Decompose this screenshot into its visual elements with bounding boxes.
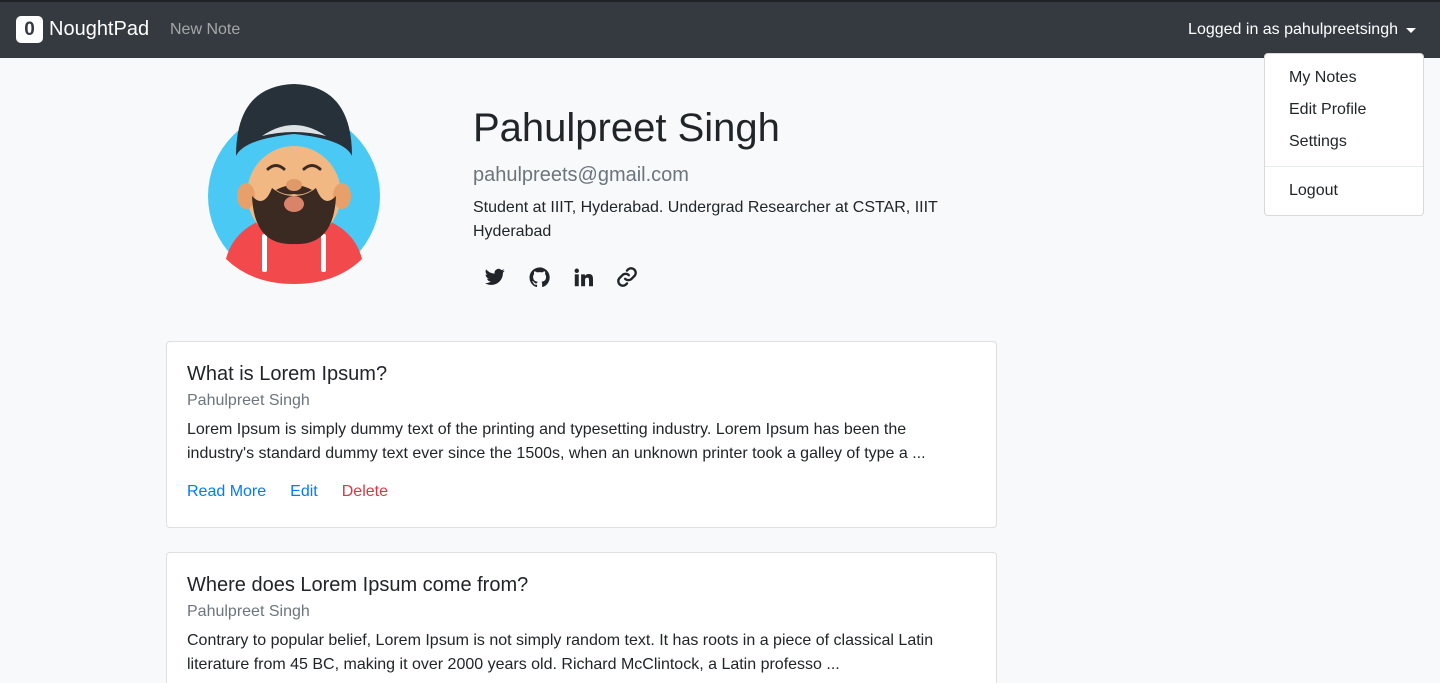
caret-down-icon	[1406, 27, 1416, 33]
brand-logo-icon: 0	[16, 16, 43, 43]
brand-logo-glyph: 0	[24, 19, 35, 40]
profile-email: pahulpreets@gmail.com	[473, 164, 689, 186]
note-title: What is Lorem Ipsum?	[187, 363, 388, 385]
note-title: Where does Lorem Ipsum come from?	[187, 574, 529, 596]
new-note-link[interactable]: New Note	[170, 21, 240, 39]
user-dropdown-menu: My Notes Edit Profile Settings Logout	[1264, 53, 1424, 216]
user-menu-label: Logged in as pahulpreetsingh	[1188, 21, 1398, 38]
note-author: Pahulpreet Singh	[187, 392, 310, 409]
user-menu-toggle[interactable]: Logged in as pahulpreetsingh	[1188, 21, 1416, 39]
linkedin-icon[interactable]	[572, 266, 594, 288]
note-excerpt: Lorem Ipsum is simply dummy text of the …	[187, 421, 926, 462]
menu-item-settings[interactable]: Settings	[1265, 126, 1423, 158]
social-links	[484, 266, 638, 288]
note-actions: Read More Edit Delete	[187, 480, 976, 504]
profile-bio: Student at IIIT, Hyderabad. Undergrad Re…	[473, 199, 938, 240]
edit-link[interactable]: Edit	[290, 480, 318, 504]
menu-item-logout[interactable]: Logout	[1265, 175, 1423, 207]
brand-link[interactable]: 0 NoughtPad	[16, 16, 149, 43]
twitter-icon[interactable]	[484, 266, 506, 288]
menu-item-edit-profile[interactable]: Edit Profile	[1265, 94, 1423, 126]
menu-item-my-notes[interactable]: My Notes	[1265, 62, 1423, 94]
note-excerpt: Contrary to popular belief, Lorem Ipsum …	[187, 632, 934, 673]
navbar: 0 NoughtPad New Note Logged in as pahulp…	[0, 0, 1440, 58]
note-author: Pahulpreet Singh	[187, 603, 310, 620]
note-card: What is Lorem Ipsum? Pahulpreet Singh Lo…	[166, 341, 997, 528]
brand-name: NoughtPad	[49, 18, 150, 40]
read-more-link[interactable]: Read More	[187, 480, 266, 504]
github-icon[interactable]	[528, 266, 550, 288]
note-card: Where does Lorem Ipsum come from? Pahulp…	[166, 552, 997, 683]
delete-link[interactable]: Delete	[342, 480, 388, 504]
profile-name: Pahulpreet Singh	[473, 106, 780, 150]
profile-avatar	[206, 84, 382, 284]
menu-divider	[1265, 166, 1423, 167]
link-icon[interactable]	[616, 266, 638, 288]
